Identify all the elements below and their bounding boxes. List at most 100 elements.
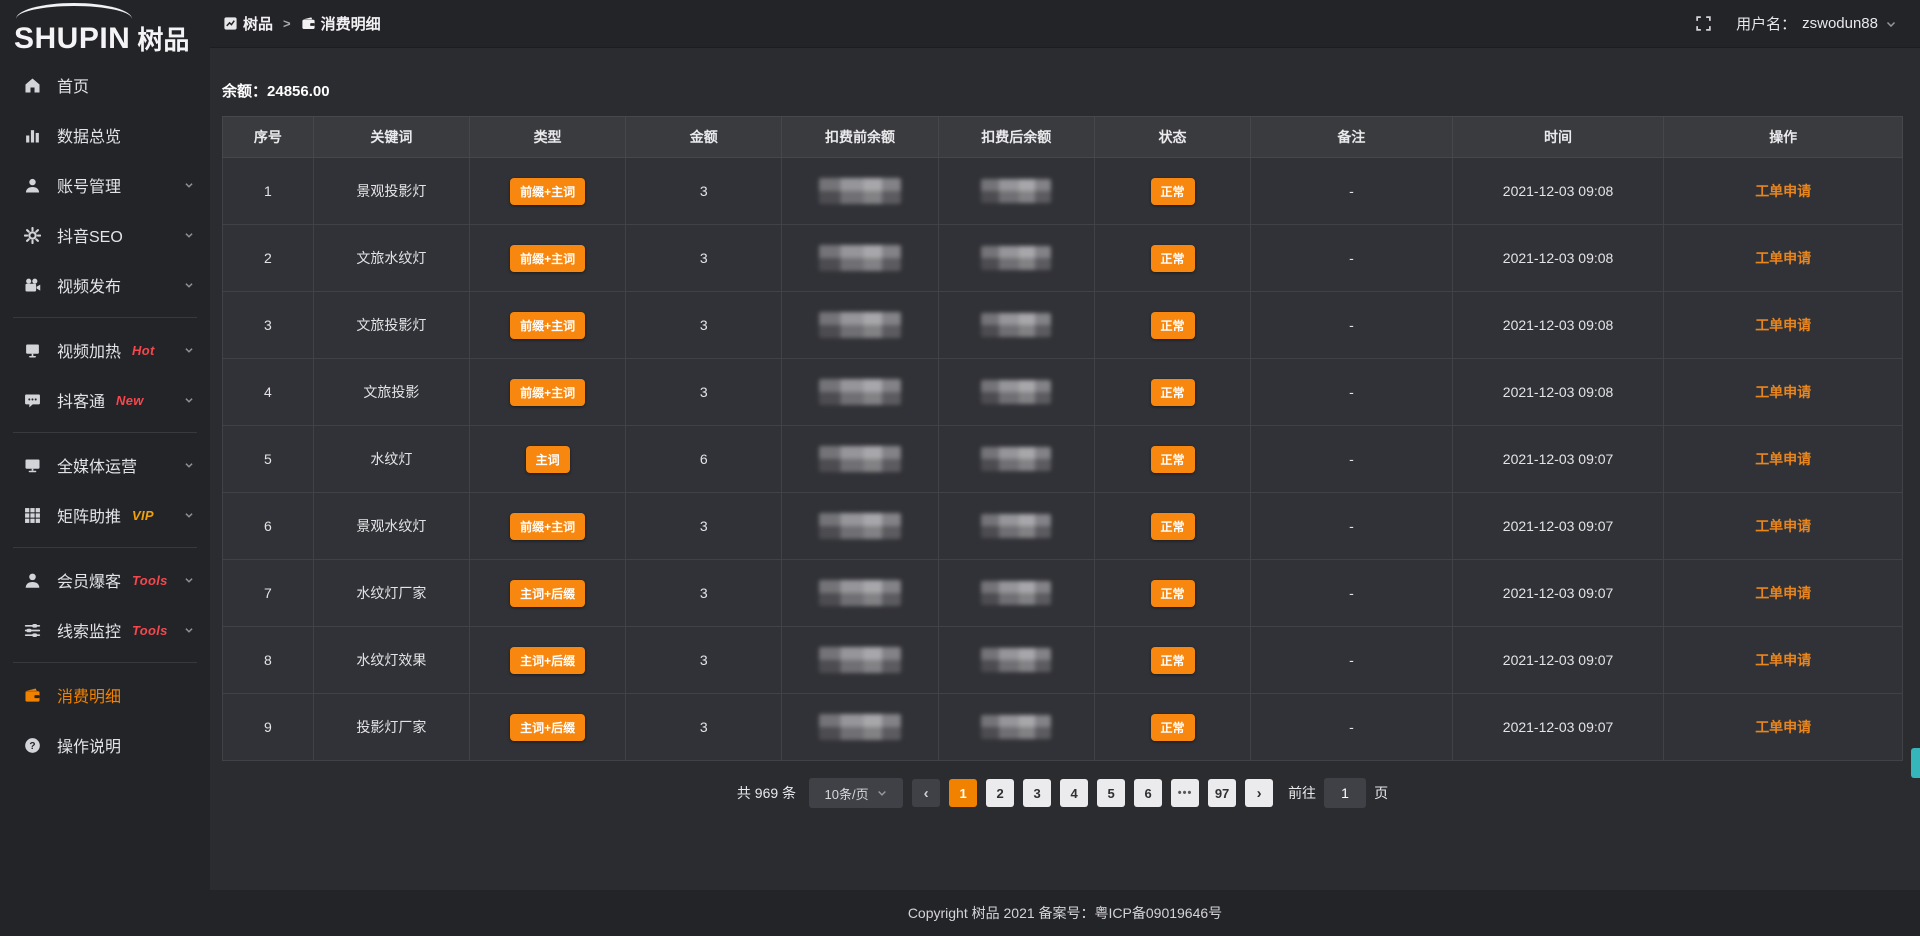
type-badge: 主词+后缀 [510, 647, 585, 674]
chevron-down-icon [182, 508, 196, 522]
cell-status: 正常 [1094, 560, 1250, 627]
cell-remark: - [1251, 359, 1453, 426]
work-order-link[interactable]: 工单申请 [1755, 719, 1811, 735]
sidebar-item-account-management[interactable]: 账号管理 [0, 160, 210, 210]
sidebar-item-member-baoke[interactable]: 会员爆客Tools [0, 555, 210, 605]
sidebar-item-data-overview[interactable]: 数据总览 [0, 110, 210, 160]
redacted-pre-balance [819, 178, 901, 204]
cell-post-balance [938, 560, 1094, 627]
next-page-button[interactable]: › [1245, 779, 1273, 807]
member-icon [24, 571, 43, 590]
redacted-post-balance [981, 581, 1051, 605]
sidebar-item-consumption-detail[interactable]: 消费明细 [0, 670, 210, 720]
page-button-5[interactable]: 5 [1097, 779, 1125, 807]
sidebar-item-home[interactable]: 首页 [0, 60, 210, 110]
table-row: 8水纹灯效果主词+后缀3正常-2021-12-03 09:07工单申请 [223, 627, 1903, 694]
logo-arc-decoration [16, 3, 132, 19]
work-order-link[interactable]: 工单申请 [1755, 518, 1811, 534]
cell-amount: 3 [626, 627, 782, 694]
cell-remark: - [1251, 694, 1453, 761]
help-icon: ? [24, 736, 43, 755]
cell-post-balance [938, 292, 1094, 359]
redacted-post-balance [981, 179, 1051, 203]
sidebar-item-video-publish[interactable]: 视频发布 [0, 260, 210, 310]
breadcrumb: 树品 > 消费明细 [223, 13, 381, 34]
page-button-3[interactable]: 3 [1023, 779, 1051, 807]
sidebar-item-douyin-seo[interactable]: 抖音SEO [0, 210, 210, 260]
sidebar-item-label: 账号管理 [57, 173, 121, 197]
username-label: 用户名： [1736, 13, 1796, 34]
page-size-select[interactable]: 10条/页 [809, 778, 903, 808]
cell-index: 3 [223, 292, 314, 359]
work-order-link[interactable]: 工单申请 [1755, 250, 1811, 266]
logo-text-en: SHUPIN [14, 24, 130, 54]
page-button-2[interactable]: 2 [986, 779, 1014, 807]
sidebar-item-media-operation[interactable]: 全媒体运营 [0, 440, 210, 490]
cell-index: 9 [223, 694, 314, 761]
monitor-icon [24, 456, 43, 475]
page-size-value: 10条/页 [825, 784, 869, 803]
work-order-link[interactable]: 工单申请 [1755, 451, 1811, 467]
chat-icon [24, 391, 43, 410]
chevron-down-icon [876, 787, 888, 799]
balance-label: 余额： [222, 83, 267, 100]
brand-logo: SHUPIN 树品 [0, 0, 210, 54]
main-column: 树品 > 消费明细 用户名： zswodun88 余额：24856. [210, 0, 1920, 936]
cell-keyword: 投影灯厂家 [313, 694, 469, 761]
svg-text:?: ? [29, 740, 35, 751]
work-order-link[interactable]: 工单申请 [1755, 183, 1811, 199]
page-button-6[interactable]: 6 [1134, 779, 1162, 807]
cell-action: 工单申请 [1664, 292, 1903, 359]
floating-side-widget[interactable] [1911, 748, 1920, 778]
page-button-4[interactable]: 4 [1060, 779, 1088, 807]
sidebar-item-operation-guide[interactable]: ? 操作说明 [0, 720, 210, 770]
sidebar-item-clue-monitor[interactable]: 线索监控Tools [0, 605, 210, 655]
goto-page: 前往 页 [1288, 778, 1388, 808]
column-header-7: 备注 [1251, 117, 1453, 158]
chevron-down-icon [182, 573, 196, 587]
cell-pre-balance [782, 694, 938, 761]
work-order-link[interactable]: 工单申请 [1755, 384, 1811, 400]
type-badge: 主词+后缀 [510, 580, 585, 607]
breadcrumb-home[interactable]: 树品 [243, 13, 273, 34]
footer: Copyright 树品 2021 备案号：粤ICP备09019646号 [210, 890, 1920, 936]
chevron-down-icon[interactable] [1884, 17, 1898, 31]
cell-pre-balance [782, 158, 938, 225]
column-header-9: 操作 [1664, 117, 1903, 158]
cell-remark: - [1251, 158, 1453, 225]
cell-action: 工单申请 [1664, 158, 1903, 225]
redacted-post-balance [981, 715, 1051, 739]
sidebar-item-label: 数据总览 [57, 123, 121, 147]
redacted-pre-balance [819, 580, 901, 606]
sidebar-item-label: 操作说明 [57, 733, 121, 757]
work-order-link[interactable]: 工单申请 [1755, 585, 1811, 601]
username-value[interactable]: zswodun88 [1802, 15, 1878, 32]
cell-time: 2021-12-03 09:07 [1452, 426, 1664, 493]
work-order-link[interactable]: 工单申请 [1755, 317, 1811, 333]
cell-action: 工单申请 [1664, 560, 1903, 627]
sidebar-item-label: 消费明细 [57, 683, 121, 707]
goto-page-input[interactable] [1324, 778, 1366, 808]
cell-keyword: 文旅投影灯 [313, 292, 469, 359]
cell-post-balance [938, 359, 1094, 426]
cell-post-balance [938, 225, 1094, 292]
cell-pre-balance [782, 225, 938, 292]
work-order-link[interactable]: 工单申请 [1755, 652, 1811, 668]
cell-amount: 3 [626, 158, 782, 225]
sidebar-item-video-heat[interactable]: 视频加热Hot [0, 325, 210, 375]
page-ellipsis-button[interactable]: ••• [1171, 779, 1199, 807]
cell-status: 正常 [1094, 225, 1250, 292]
prev-page-button[interactable]: ‹ [912, 779, 940, 807]
cell-status: 正常 [1094, 292, 1250, 359]
page-button-97[interactable]: 97 [1208, 779, 1236, 807]
fullscreen-icon[interactable] [1695, 15, 1712, 32]
sidebar-item-matrix-boost[interactable]: 矩阵助推VIP [0, 490, 210, 540]
page-button-1[interactable]: 1 [949, 779, 977, 807]
type-badge: 主词+后缀 [510, 714, 585, 741]
sidebar-item-douketong[interactable]: 抖客通New [0, 375, 210, 425]
cell-time: 2021-12-03 09:08 [1452, 292, 1664, 359]
table-header-row: 序号关键词类型金额扣费前余额扣费后余额状态备注时间操作 [223, 117, 1903, 158]
column-header-2: 类型 [469, 117, 625, 158]
cell-amount: 3 [626, 560, 782, 627]
cell-post-balance [938, 694, 1094, 761]
